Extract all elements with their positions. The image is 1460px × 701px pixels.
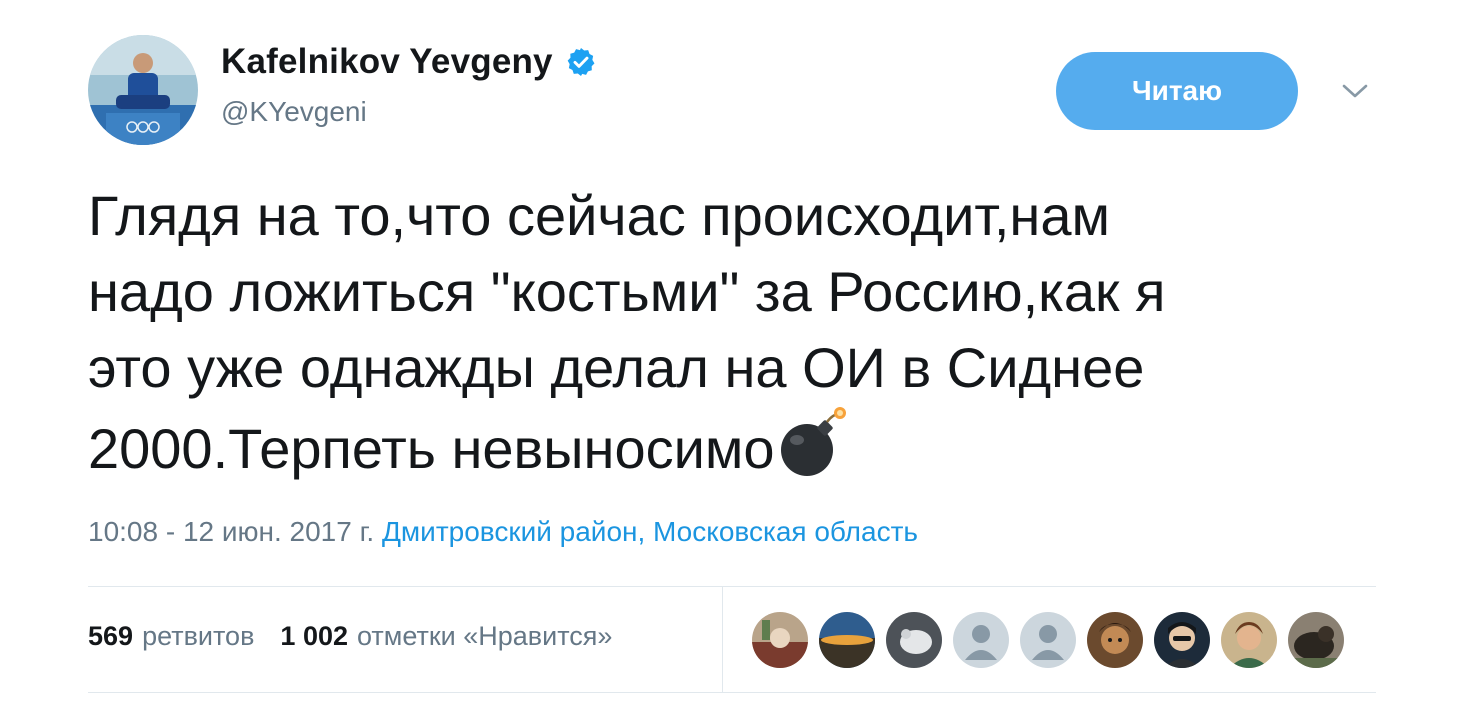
tweet-timestamp[interactable]: 10:08 - 12 июн. 2017 г. xyxy=(88,516,374,547)
tweet-location-link[interactable]: Дмитровский район, Московская область xyxy=(382,516,918,547)
following-button[interactable]: Читаю xyxy=(1056,52,1298,130)
tweet-text-line: 2000.Терпеть невыносимо xyxy=(88,417,775,480)
tweet-stats: 569 ретвитов 1 002 отметки «Нравится» xyxy=(88,621,612,652)
author-display-name[interactable]: Kafelnikov Yevgeny xyxy=(221,42,553,82)
tweet-text: Глядя на то,что сейчас происходит,нам на… xyxy=(88,178,1378,487)
retweets-label: ретвитов xyxy=(142,621,255,651)
author-name-row[interactable]: Kafelnikov Yevgeny xyxy=(221,42,597,82)
retweets-count: 569 xyxy=(88,621,134,651)
divider xyxy=(722,586,723,692)
liker-avatar-4[interactable] xyxy=(953,612,1009,668)
liker-avatar-3[interactable] xyxy=(886,612,942,668)
liker-avatar-2[interactable] xyxy=(819,612,875,668)
retweets-stat[interactable]: 569 ретвитов xyxy=(88,621,254,652)
likers-list xyxy=(752,612,1344,668)
tweet-text-line: надо ложиться "костьми" за Россию,как я xyxy=(88,260,1166,323)
divider xyxy=(88,586,1376,587)
liker-avatar-9[interactable] xyxy=(1288,612,1344,668)
liker-avatar-6[interactable] xyxy=(1087,612,1143,668)
tweet-text-line: Глядя на то,что сейчас происходит,нам xyxy=(88,184,1110,247)
liker-avatar-5[interactable] xyxy=(1020,612,1076,668)
author-handle[interactable]: @KYevgeni xyxy=(221,96,367,128)
tweet-text-line-last: 2000.Терпеть невыносимо xyxy=(88,406,1378,487)
chevron-down-icon[interactable] xyxy=(1338,78,1372,104)
divider xyxy=(88,692,1376,693)
liker-avatar-1[interactable] xyxy=(752,612,808,668)
likes-count: 1 002 xyxy=(280,621,348,651)
author-avatar[interactable] xyxy=(88,35,198,145)
likes-label: отметки «Нравится» xyxy=(357,621,613,651)
likes-stat[interactable]: 1 002 отметки «Нравится» xyxy=(280,621,612,652)
tweet-text-line: это уже однажды делал на ОИ в Сиднее xyxy=(88,336,1145,399)
bomb-icon xyxy=(777,406,847,478)
verified-badge-icon xyxy=(565,46,597,78)
liker-avatar-8[interactable] xyxy=(1221,612,1277,668)
liker-avatar-7[interactable] xyxy=(1154,612,1210,668)
tweet-meta: 10:08 - 12 июн. 2017 г. Дмитровский райо… xyxy=(88,516,918,548)
